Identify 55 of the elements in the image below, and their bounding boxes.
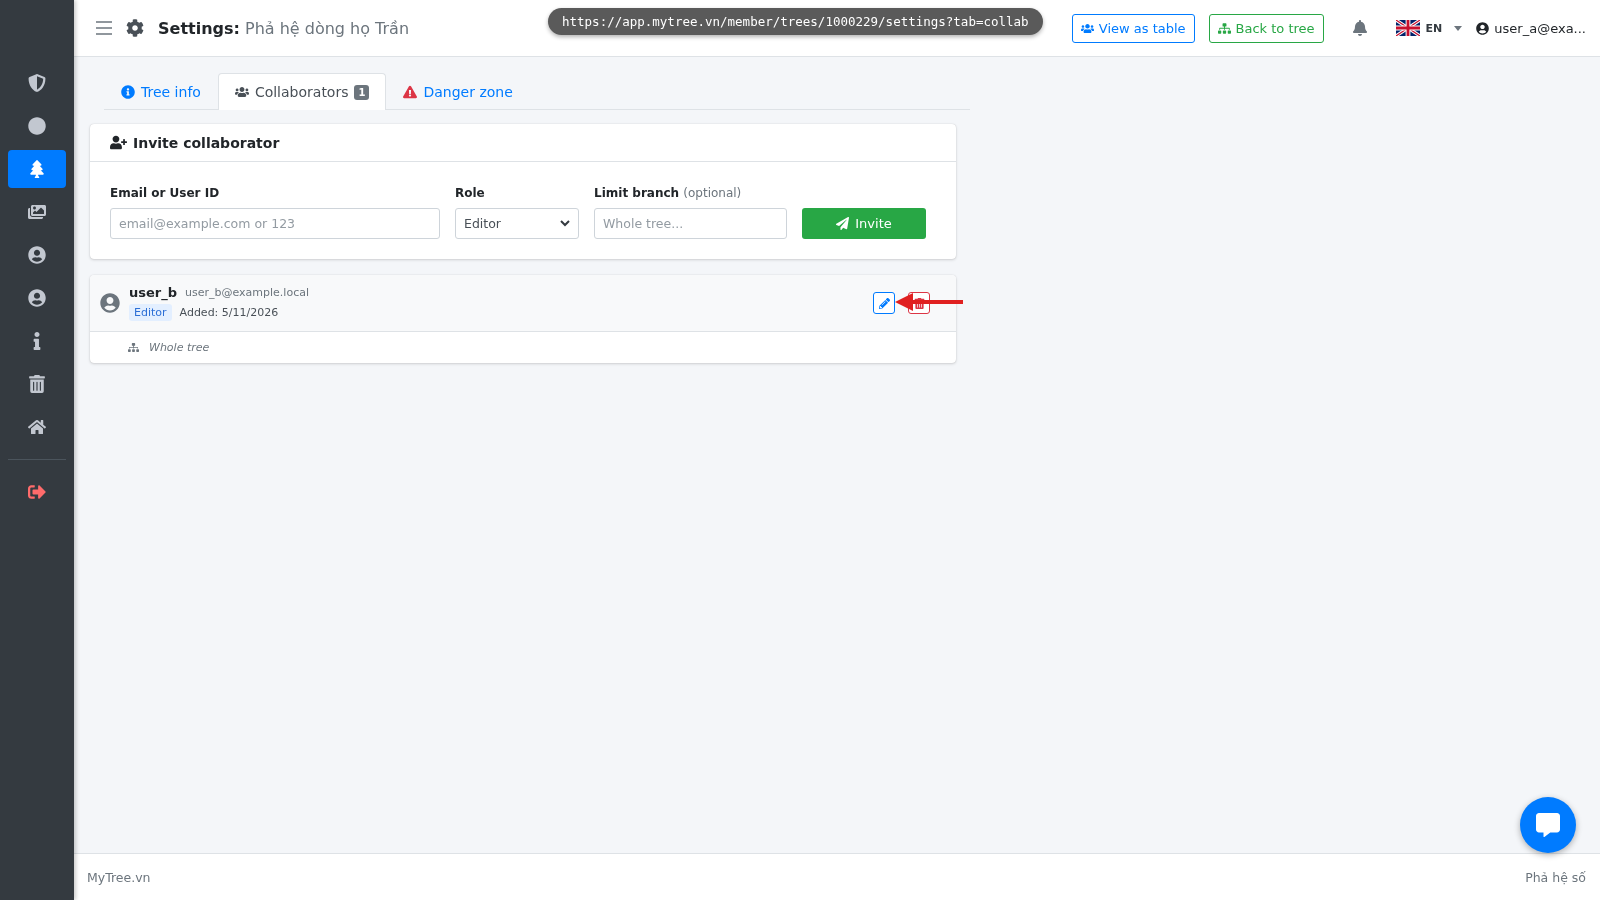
user-icon bbox=[1476, 21, 1490, 35]
images-icon bbox=[28, 203, 46, 221]
role-label: Editor bbox=[129, 304, 172, 321]
settings-icon bbox=[126, 19, 144, 37]
chat-icon bbox=[1536, 813, 1560, 837]
chevron-icon bbox=[560, 220, 570, 227]
field-label: Limit branch (optional) bbox=[594, 186, 743, 200]
branch-label: Whole tree bbox=[149, 341, 210, 354]
chat-button[interactable] bbox=[1520, 797, 1576, 853]
trash-icon bbox=[28, 375, 46, 393]
sign-out-icon bbox=[28, 483, 46, 501]
user-email: user_b@example.local bbox=[185, 286, 309, 299]
warning-icon bbox=[403, 85, 418, 99]
role-select[interactable]: Editor bbox=[455, 208, 579, 239]
avatar-icon bbox=[100, 293, 120, 313]
card-title: Invite collaborator bbox=[133, 134, 280, 151]
flag-icon bbox=[1395, 20, 1420, 36]
sidebar-item[interactable] bbox=[8, 150, 66, 188]
tab[interactable]: Collaborators 1 bbox=[217, 73, 387, 110]
sitemap-icon bbox=[128, 342, 139, 353]
users-icon bbox=[234, 85, 249, 99]
page-title: Settings: Phả hệ dòng họ Trần bbox=[158, 18, 410, 38]
tab[interactable]: Tree info bbox=[104, 73, 218, 110]
user-plus-icon bbox=[110, 134, 127, 151]
home-icon bbox=[28, 418, 46, 436]
shield-icon bbox=[28, 74, 46, 92]
info-icon bbox=[121, 85, 135, 99]
footer-text: Phả hệ số bbox=[1525, 869, 1586, 885]
url-label: https://app.mytree.vn/member/trees/1000229/settings?tab=collab bbox=[548, 8, 1043, 35]
view-as-table-button[interactable]: View as table bbox=[1071, 13, 1195, 43]
branch-field[interactable]: Whole tree... bbox=[594, 208, 787, 239]
edit-button[interactable] bbox=[873, 292, 895, 314]
pencil-icon bbox=[878, 297, 890, 309]
user-menu[interactable]: user_a@exa... bbox=[1476, 20, 1586, 36]
tab[interactable]: Danger zone bbox=[386, 73, 530, 110]
menu-icon[interactable] bbox=[96, 21, 112, 35]
field-label: Role bbox=[455, 186, 486, 200]
send-icon bbox=[836, 217, 850, 230]
footer-brand: MyTree.vn bbox=[87, 869, 151, 885]
count-badge: 1 bbox=[354, 84, 370, 100]
field-label: Email or User ID bbox=[110, 186, 221, 200]
email-field[interactable]: email@example.com or 123 bbox=[110, 208, 440, 239]
sitemap-icon bbox=[1217, 21, 1231, 35]
added-date: Added: 5/11/2026 bbox=[179, 306, 279, 319]
tree-icon bbox=[28, 160, 46, 178]
user-name: user_b bbox=[129, 285, 178, 300]
arrow-annotation bbox=[893, 292, 965, 312]
back-to-tree-button[interactable]: Back to tree bbox=[1208, 13, 1324, 43]
language-label[interactable]: EN bbox=[1425, 21, 1443, 35]
notification-icon[interactable] bbox=[1351, 20, 1368, 36]
circle-icon bbox=[28, 117, 46, 135]
users-icon bbox=[1080, 21, 1094, 35]
invite-button[interactable]: Invite bbox=[802, 208, 926, 239]
trash-icon bbox=[913, 297, 925, 309]
caret-icon[interactable] bbox=[1454, 25, 1463, 31]
